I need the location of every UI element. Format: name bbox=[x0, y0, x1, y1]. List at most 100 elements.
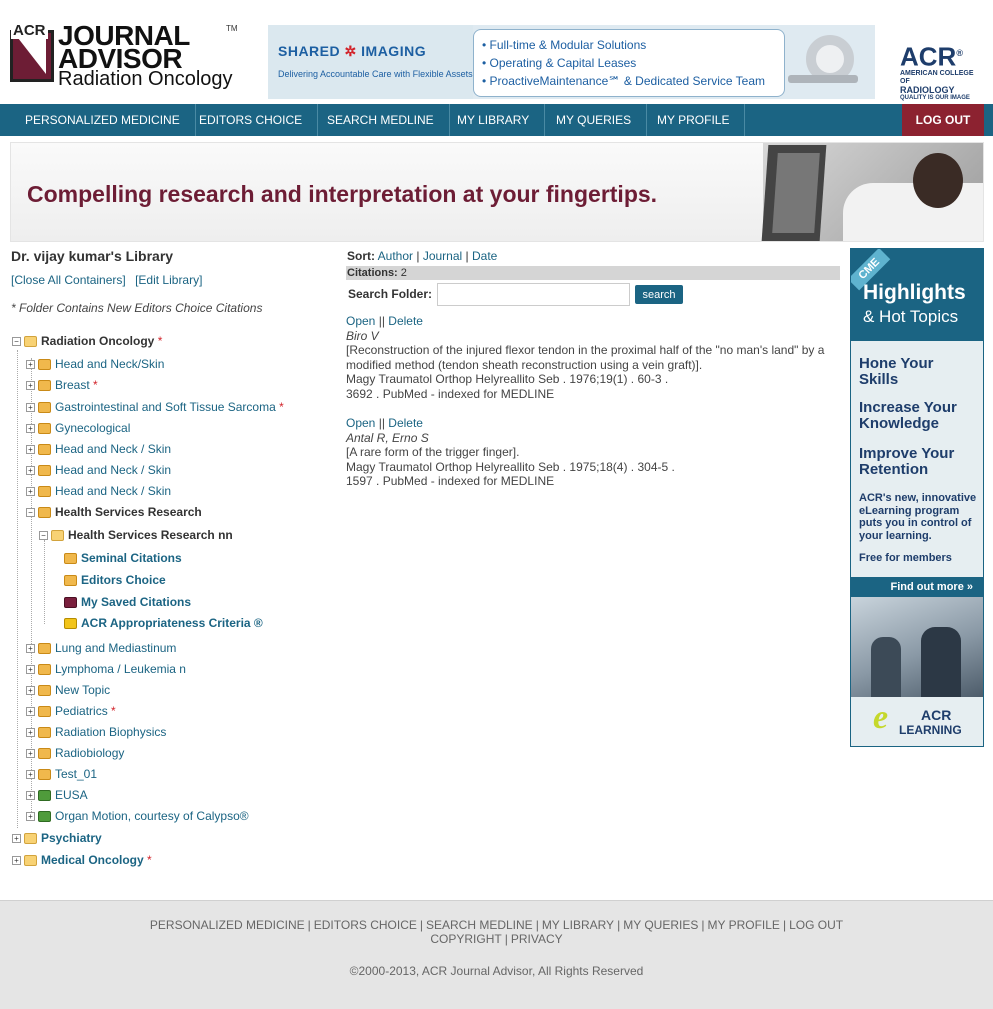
expand-icon[interactable]: + bbox=[26, 791, 35, 801]
delete-citation-link[interactable]: Delete bbox=[388, 416, 423, 430]
ad-features-box: • Full-time & Modular Solutions • Operat… bbox=[473, 29, 785, 97]
folder-open-icon bbox=[51, 530, 64, 542]
logout-button[interactable]: LOG OUT bbox=[902, 104, 984, 136]
tree-item-health-services-research[interactable]: − Health Services Research bbox=[26, 502, 202, 522]
footer-link-log-out[interactable]: LOG OUT bbox=[789, 918, 843, 932]
tree-item-test-01[interactable]: + Test_01 bbox=[26, 764, 97, 784]
search-button[interactable]: search bbox=[635, 285, 683, 304]
tree-item-organ-motion[interactable]: + Organ Motion, courtesy of Calypso® bbox=[26, 806, 249, 826]
cme-elearning-ad[interactable]: CME Highlights & Hot Topics Hone Your Sk… bbox=[850, 248, 984, 747]
nav-my-profile[interactable]: MY PROFILE bbox=[642, 104, 746, 136]
tree-item-radiation-biophysics[interactable]: + Radiation Biophysics bbox=[26, 722, 166, 742]
expand-icon[interactable]: + bbox=[12, 834, 21, 844]
expand-icon[interactable]: + bbox=[26, 707, 35, 717]
tree-item-medical-oncology[interactable]: + Medical Oncology * bbox=[12, 850, 152, 870]
nav-editors-choice[interactable]: EDITORS CHOICE bbox=[184, 104, 319, 136]
tree-item-radiobiology[interactable]: + Radiobiology bbox=[26, 743, 124, 763]
tree-item-lung-mediastinum[interactable]: + Lung and Mediastinum bbox=[26, 638, 176, 658]
collapse-icon[interactable]: − bbox=[12, 337, 21, 347]
tree-item-pediatrics[interactable]: + Pediatrics * bbox=[26, 701, 116, 721]
search-folder-input[interactable] bbox=[437, 283, 630, 306]
footer-link-personalized-medicine[interactable]: PERSONALIZED MEDICINE bbox=[150, 918, 305, 932]
footer-separator: | bbox=[782, 918, 787, 932]
open-citation-link[interactable]: Open bbox=[346, 416, 375, 430]
footer-links: PERSONALIZED MEDICINE | EDITORS CHOICE | SEA… bbox=[0, 918, 993, 946]
footer-link-privacy[interactable]: PRIVACY bbox=[511, 932, 563, 946]
expand-icon[interactable]: + bbox=[26, 360, 35, 370]
open-citation-link[interactable]: Open bbox=[346, 314, 375, 328]
cme-line-retention: Improve Your Retention bbox=[859, 445, 955, 478]
action-separator: || bbox=[378, 416, 385, 430]
footer-link-editors-choice[interactable]: EDITORS CHOICE bbox=[314, 918, 417, 932]
footer-link-search-medline[interactable]: SEARCH MEDLINE bbox=[426, 918, 533, 932]
collapse-icon[interactable]: − bbox=[26, 508, 35, 518]
topic-icon bbox=[38, 359, 51, 371]
topic-icon bbox=[38, 380, 51, 392]
nav-personalized-medicine[interactable]: PERSONALIZED MEDICINE bbox=[10, 104, 196, 136]
footer-link-my-queries[interactable]: MY QUERIES bbox=[623, 918, 698, 932]
nav-search-medline[interactable]: SEARCH MEDLINE bbox=[312, 104, 450, 136]
tree-item-head-neck-skin[interactable]: + Head and Neck/Skin bbox=[26, 354, 164, 374]
tree-item-new-topic[interactable]: + New Topic bbox=[26, 680, 110, 700]
topic-icon bbox=[38, 748, 51, 760]
shared-imaging-ad-banner[interactable]: SHARED ✲ IMAGING Delivering Accountable … bbox=[268, 25, 875, 99]
find-out-more-button[interactable]: Find out more » bbox=[851, 577, 983, 597]
tree-item-lymphoma-leukemia[interactable]: + Lymphoma / Leukemia n bbox=[26, 659, 186, 679]
delete-citation-link[interactable]: Delete bbox=[388, 314, 423, 328]
expand-icon[interactable]: + bbox=[12, 856, 21, 866]
expand-icon[interactable]: + bbox=[26, 770, 35, 780]
expand-icon[interactable]: + bbox=[26, 812, 35, 822]
topic-icon bbox=[38, 423, 51, 435]
footer-link-my-library[interactable]: MY LIBRARY bbox=[542, 918, 614, 932]
expand-icon[interactable]: + bbox=[26, 665, 35, 675]
expand-icon[interactable]: + bbox=[26, 445, 35, 455]
sort-journal-link[interactable]: Journal bbox=[423, 249, 462, 263]
tree-item-head-neck-skin-2[interactable]: + Head and Neck / Skin bbox=[26, 439, 171, 459]
footer-link-copyright[interactable]: COPYRIGHT bbox=[430, 932, 501, 946]
sort-date-link[interactable]: Date bbox=[472, 249, 497, 263]
ad-brand-panel: SHARED ✲ IMAGING Delivering Accountable … bbox=[268, 25, 473, 99]
sort-author-link[interactable]: Author bbox=[378, 249, 413, 263]
expand-icon[interactable]: + bbox=[26, 644, 35, 654]
tree-item-editors-choice[interactable]: Editors Choice bbox=[64, 570, 166, 590]
expand-icon[interactable]: + bbox=[26, 466, 35, 476]
nav-my-queries[interactable]: MY QUERIES bbox=[541, 104, 648, 136]
expand-icon[interactable]: + bbox=[26, 728, 35, 738]
tree-item-head-neck-skin-3[interactable]: + Head and Neck / Skin bbox=[26, 460, 171, 480]
tree-item-seminal-citations[interactable]: Seminal Citations bbox=[64, 548, 182, 568]
collapse-icon[interactable]: − bbox=[39, 531, 48, 541]
nav-my-library[interactable]: MY LIBRARY bbox=[442, 104, 546, 136]
hero-photo bbox=[761, 143, 983, 241]
footer-link-my-profile[interactable]: MY PROFILE bbox=[707, 918, 779, 932]
tree-item-gastrointestinal[interactable]: + Gastrointestinal and Soft Tissue Sarcom… bbox=[26, 397, 284, 417]
cme-headline: Highlights bbox=[863, 281, 966, 304]
edit-library-link[interactable]: [Edit Library] bbox=[135, 273, 202, 287]
tree-item-breast[interactable]: + Breast * bbox=[26, 375, 98, 395]
logo-tm-text: TM bbox=[226, 24, 238, 33]
tree-item-acr-appropriateness[interactable]: ACR Appropriateness Criteria ® bbox=[64, 613, 263, 633]
tree-item-health-services-research-nn[interactable]: − Health Services Research nn bbox=[39, 525, 233, 545]
expand-icon[interactable]: + bbox=[26, 749, 35, 759]
expand-icon[interactable]: + bbox=[26, 381, 35, 391]
expand-icon[interactable]: + bbox=[26, 686, 35, 696]
citations-count: 2 bbox=[400, 267, 407, 279]
close-all-containers-link[interactable]: [Close All Containers] bbox=[11, 273, 126, 287]
journal-advisor-logo[interactable]: ACR JOURNAL TM ADVISOR Radiation Oncolog… bbox=[10, 22, 238, 90]
cme-line-knowledge: Increase Your Knowledge bbox=[859, 399, 957, 432]
tree-item-head-neck-skin-4[interactable]: + Head and Neck / Skin bbox=[26, 481, 171, 501]
acr-logo-sub3: QUALITY IS OUR IMAGE bbox=[900, 94, 970, 101]
tree-item-psychiatry[interactable]: + Psychiatry bbox=[12, 828, 102, 848]
expand-icon[interactable]: + bbox=[26, 487, 35, 497]
acr-logo-sub2: RADIOLOGY bbox=[900, 84, 955, 95]
expand-icon[interactable]: + bbox=[26, 424, 35, 434]
tree-item-my-saved-citations[interactable]: My Saved Citations bbox=[64, 592, 191, 612]
tree-item-radiation-oncology[interactable]: − Radiation Oncology * bbox=[12, 331, 162, 351]
cme-description: ACR's new, innovative eLearning program … bbox=[859, 492, 977, 542]
logo-subtitle-text: Radiation Oncology bbox=[58, 68, 233, 90]
tree-item-eusa[interactable]: + EUSA bbox=[26, 785, 88, 805]
acr-radiology-logo[interactable]: ACR® AMERICAN COLLEGE OF RADIOLOGY QUALI… bbox=[900, 40, 985, 101]
expand-icon[interactable]: + bbox=[26, 403, 35, 413]
topic-icon bbox=[38, 664, 51, 676]
ad-feature-line: • Operating & Capital Leases bbox=[482, 56, 637, 70]
tree-item-gynecological[interactable]: + Gynecological bbox=[26, 418, 130, 438]
